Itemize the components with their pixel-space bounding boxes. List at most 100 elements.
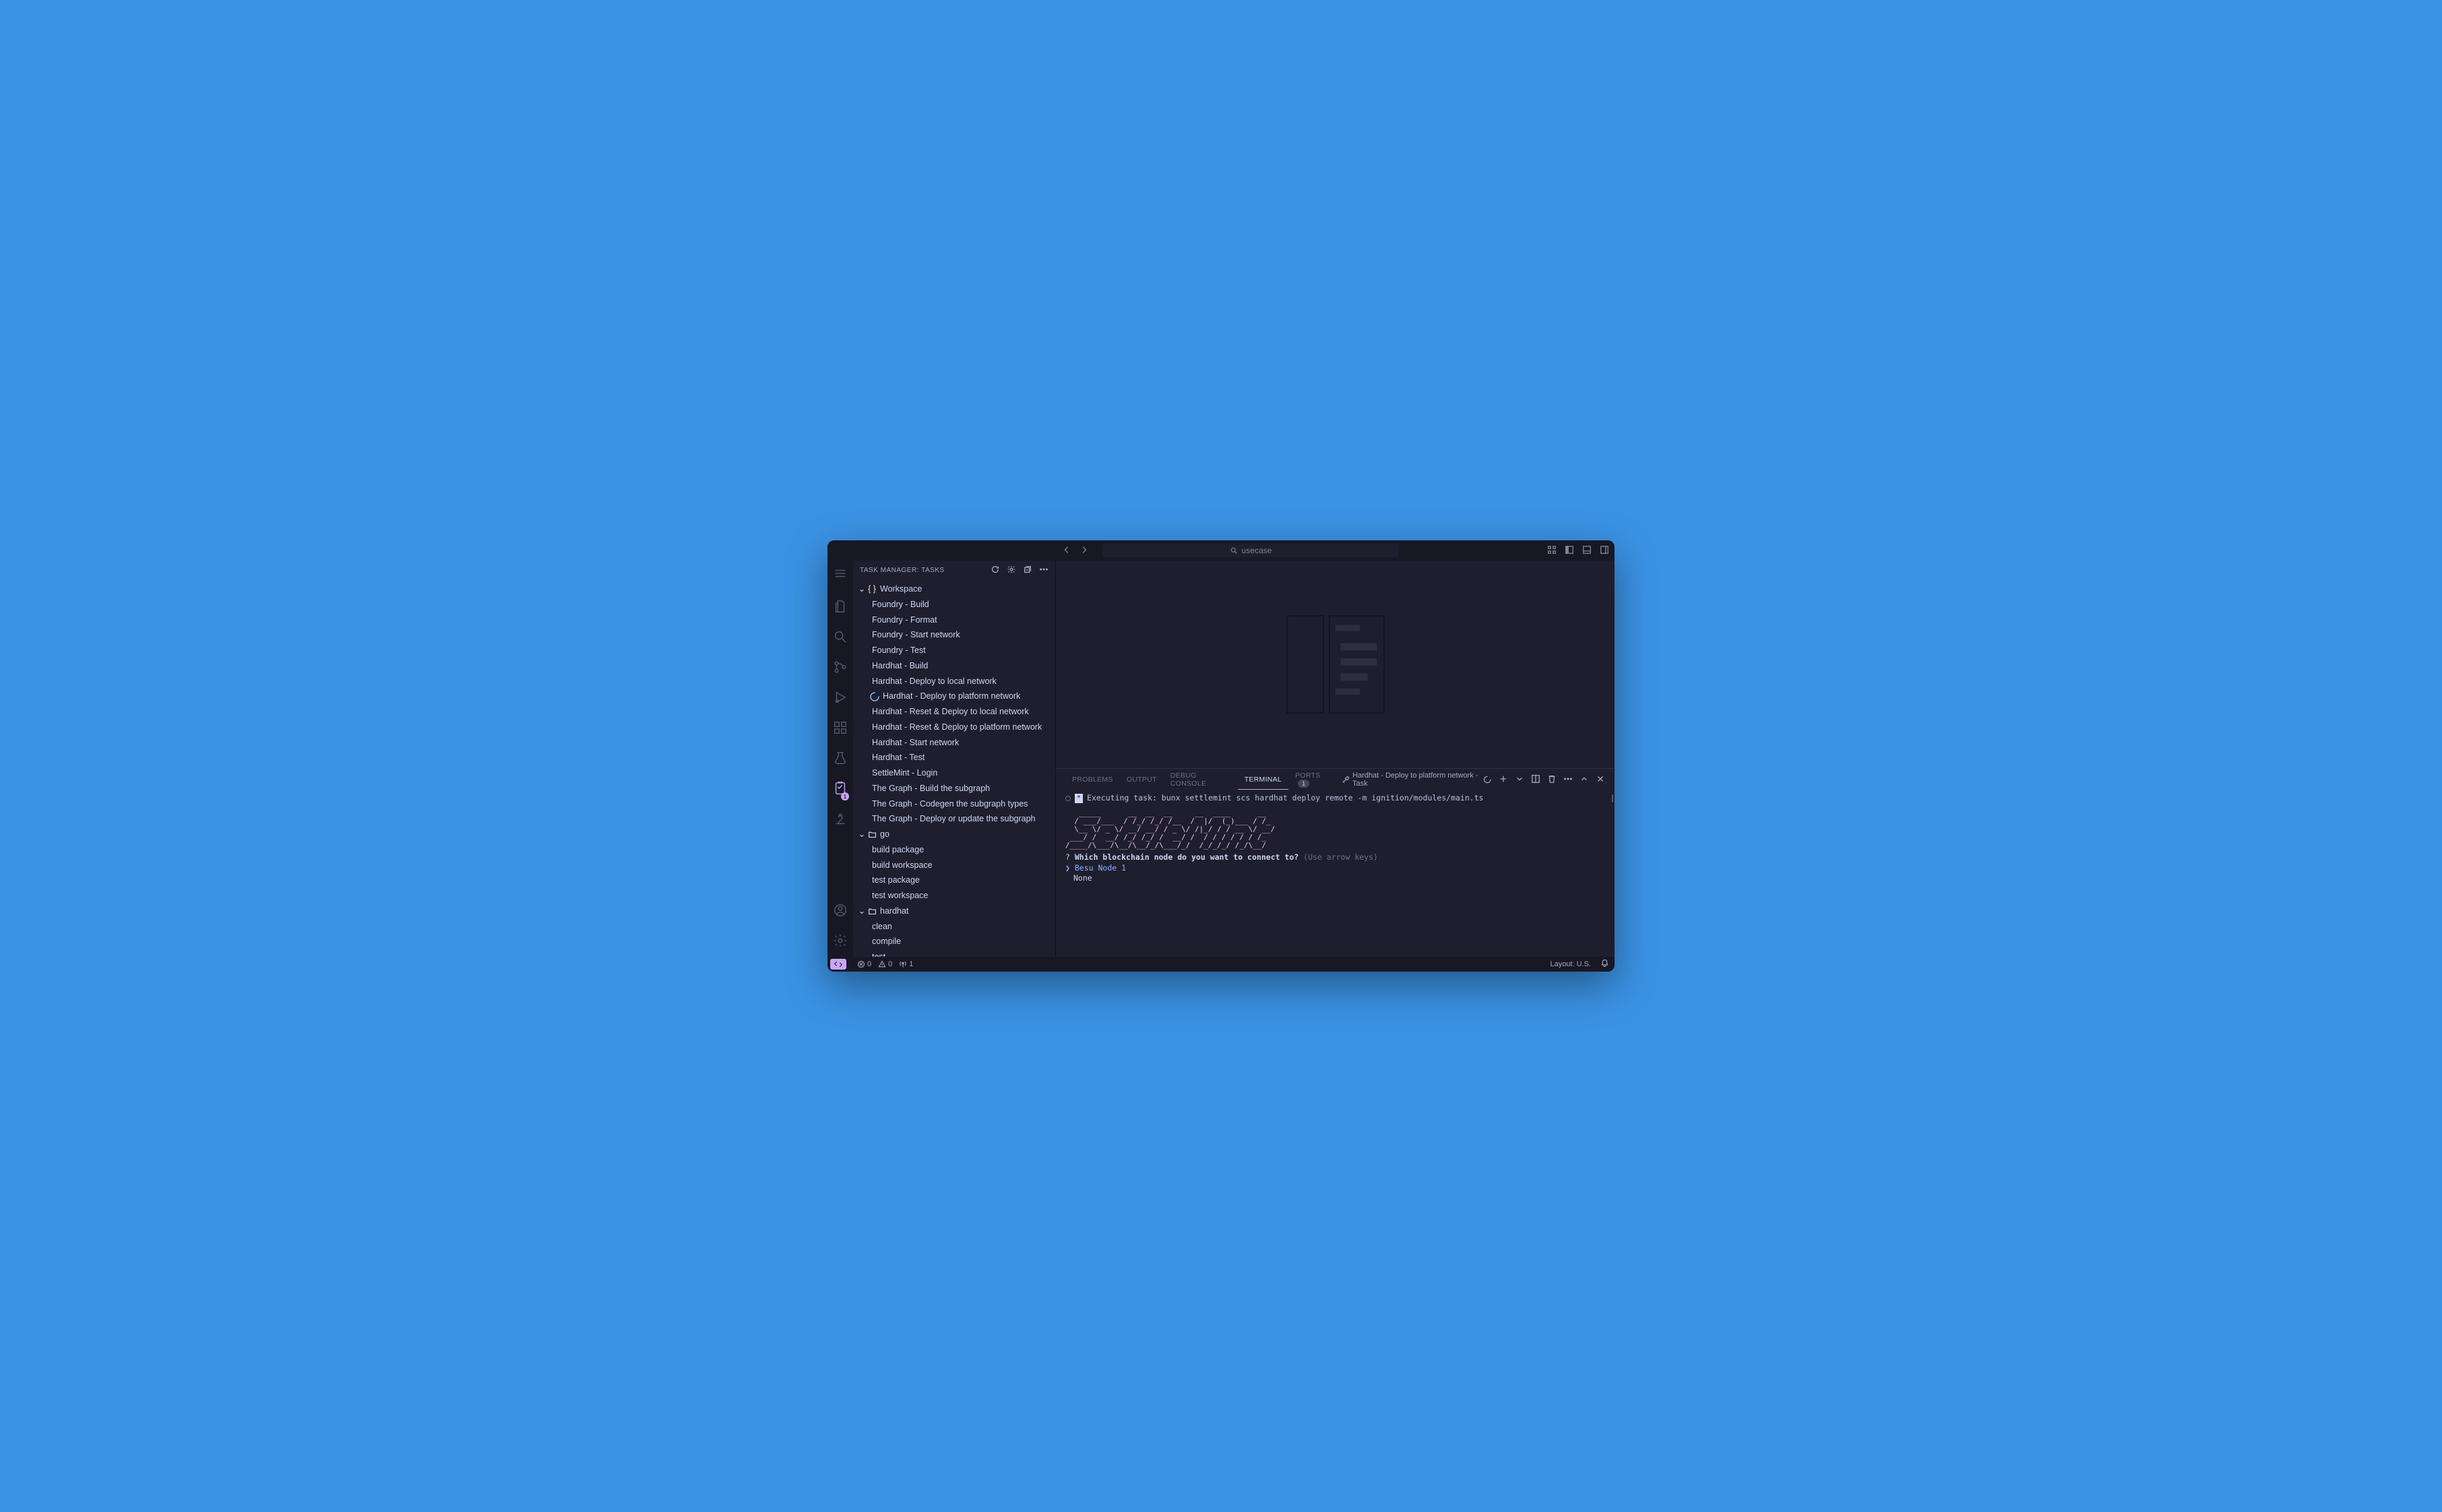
- task-item[interactable]: Hardhat - Reset & Deploy to local networ…: [853, 704, 1055, 720]
- status-errors[interactable]: 0: [857, 960, 871, 968]
- task-item[interactable]: Foundry - Test: [853, 643, 1055, 658]
- testing-icon[interactable]: [833, 751, 848, 769]
- tree-group-workspace[interactable]: ⌄ { } Workspace: [853, 581, 1055, 597]
- task-manager-icon[interactable]: 1: [833, 781, 848, 799]
- task-item[interactable]: The Graph - Codegen the subgraph types: [853, 796, 1055, 812]
- source-control-icon[interactable]: [833, 660, 848, 678]
- more-icon[interactable]: [1039, 565, 1048, 576]
- task-item-running[interactable]: Hardhat - Deploy to platform network: [853, 689, 1055, 704]
- task-item[interactable]: Foundry - Build: [853, 597, 1055, 612]
- task-item[interactable]: Foundry - Format: [853, 612, 1055, 628]
- empty-editor-icon: [1275, 610, 1396, 719]
- terminal-exec-line: * Executing task: bunx settlemint scs ha…: [1065, 793, 1605, 804]
- task-item[interactable]: Hardhat - Test: [853, 750, 1055, 765]
- terminal-prompt-question: ? Which blockchain node do you want to c…: [1065, 852, 1605, 863]
- terminal-prompt-selected: ❯ Besu Node 1: [1065, 863, 1605, 874]
- tab-debug-console[interactable]: DEBUG CONSOLE: [1164, 766, 1238, 793]
- search-icon[interactable]: [833, 629, 848, 648]
- collapse-all-icon[interactable]: [1023, 565, 1032, 576]
- activitybar: 1: [827, 561, 853, 957]
- task-item[interactable]: Foundry - Start network: [853, 627, 1055, 643]
- settings-gear-icon[interactable]: [833, 933, 848, 951]
- folder-icon: [867, 830, 877, 839]
- new-terminal-icon[interactable]: [1499, 774, 1508, 786]
- refresh-icon[interactable]: [991, 565, 1000, 576]
- task-item[interactable]: Hardhat - Start network: [853, 735, 1055, 751]
- task-item[interactable]: Hardhat - Build: [853, 658, 1055, 674]
- tab-problems[interactable]: PROBLEMS: [1065, 770, 1120, 789]
- titlebar: usecase: [827, 540, 1615, 561]
- command-center[interactable]: usecase: [1102, 544, 1399, 557]
- search-text: usecase: [1242, 546, 1272, 555]
- terminal-task-name[interactable]: Hardhat - Deploy to platform network - T…: [1342, 771, 1493, 788]
- task-item[interactable]: Hardhat - Reset & Deploy to platform net…: [853, 720, 1055, 735]
- brackets-icon: { }: [867, 583, 877, 596]
- tools-icon: [1342, 775, 1350, 784]
- terminal-dropdown-icon[interactable]: [1515, 774, 1524, 786]
- editor-placeholder: [1055, 561, 1615, 768]
- run-debug-icon[interactable]: [833, 690, 848, 708]
- task-item[interactable]: test package: [853, 873, 1055, 888]
- split-terminal-icon[interactable]: [1531, 774, 1540, 786]
- status-layout[interactable]: Layout: U.S.: [1550, 960, 1591, 968]
- task-item[interactable]: compile: [853, 934, 1055, 949]
- task-status-icon: [1065, 796, 1071, 801]
- status-ports[interactable]: 1: [899, 960, 913, 968]
- menu-icon[interactable]: [833, 566, 848, 584]
- close-panel-icon[interactable]: [1596, 774, 1605, 786]
- bottom-panel: PROBLEMS OUTPUT DEBUG CONSOLE TERMINAL P…: [1055, 768, 1615, 957]
- task-item[interactable]: SettleMint - Login: [853, 765, 1055, 781]
- folder-icon: [867, 907, 877, 916]
- task-item[interactable]: clean: [853, 919, 1055, 935]
- task-item[interactable]: The Graph - Deploy or update the subgrap…: [853, 811, 1055, 827]
- task-item[interactable]: The Graph - Build the subgraph: [853, 781, 1055, 796]
- explorer-icon[interactable]: [833, 599, 848, 617]
- terminal-scrollbar[interactable]: [1612, 794, 1613, 802]
- sidebar-title: TASK MANAGER: TASKS: [860, 567, 945, 574]
- more-icon[interactable]: [1563, 774, 1573, 786]
- editor-area: PROBLEMS OUTPUT DEBUG CONSOLE TERMINAL P…: [1055, 561, 1615, 957]
- notifications-bell-icon[interactable]: [1600, 959, 1609, 970]
- chevron-down-icon: ⌄: [857, 828, 867, 841]
- task-item[interactable]: build package: [853, 842, 1055, 858]
- remote-indicator[interactable]: [830, 959, 846, 970]
- radio-tower-icon: [899, 960, 907, 968]
- genie-icon[interactable]: [833, 811, 848, 829]
- layout-sidebar-left-icon[interactable]: [1565, 545, 1574, 557]
- task-item[interactable]: test workspace: [853, 888, 1055, 904]
- ports-count-badge: 1: [1298, 780, 1309, 788]
- terminal-body[interactable]: * Executing task: bunx settlemint scs ha…: [1056, 790, 1615, 957]
- tree-group-label: hardhat: [880, 905, 908, 918]
- task-item[interactable]: build workspace: [853, 858, 1055, 873]
- task-item[interactable]: Hardhat - Deploy to local network: [853, 674, 1055, 689]
- extensions-icon[interactable]: [833, 720, 848, 738]
- gear-icon[interactable]: [1007, 565, 1016, 576]
- layout-grid-icon[interactable]: [1547, 545, 1557, 557]
- layout-panel-icon[interactable]: [1582, 545, 1592, 557]
- nav-forward-icon[interactable]: [1079, 545, 1089, 557]
- terminal-prompt-option: None: [1065, 873, 1605, 884]
- task-item[interactable]: test: [853, 949, 1055, 957]
- sidebar-header: TASK MANAGER: TASKS: [853, 561, 1055, 580]
- accounts-icon[interactable]: [833, 903, 848, 921]
- tree-group-label: Workspace: [880, 583, 922, 596]
- tree-group-label: go: [880, 828, 889, 841]
- tab-output[interactable]: OUTPUT: [1120, 770, 1164, 789]
- tab-ports[interactable]: PORTS 1: [1288, 766, 1341, 793]
- tree-group-go[interactable]: ⌄ go: [853, 827, 1055, 842]
- task-tree: ⌄ { } Workspace Foundry - Build Foundry …: [853, 580, 1055, 957]
- maximize-panel-icon[interactable]: [1579, 774, 1589, 786]
- kill-terminal-icon[interactable]: [1547, 774, 1557, 786]
- tab-terminal[interactable]: TERMINAL: [1238, 770, 1289, 790]
- nav-back-icon[interactable]: [1062, 545, 1071, 557]
- warning-icon: [878, 960, 886, 968]
- search-icon: [1230, 546, 1238, 555]
- task-badge: 1: [841, 792, 849, 800]
- ascii-art-logo: _____ __ __ __ __ ____ __ / ___/___ / /_…: [1065, 809, 1605, 850]
- sidebar: TASK MANAGER: TASKS ⌄ { } Workspace Foun…: [853, 561, 1055, 957]
- layout-sidebar-right-icon[interactable]: [1600, 545, 1609, 557]
- loading-spinner-icon: [869, 691, 880, 702]
- chevron-down-icon: ⌄: [857, 583, 867, 596]
- status-warnings[interactable]: 0: [878, 960, 892, 968]
- tree-group-hardhat[interactable]: ⌄ hardhat: [853, 904, 1055, 919]
